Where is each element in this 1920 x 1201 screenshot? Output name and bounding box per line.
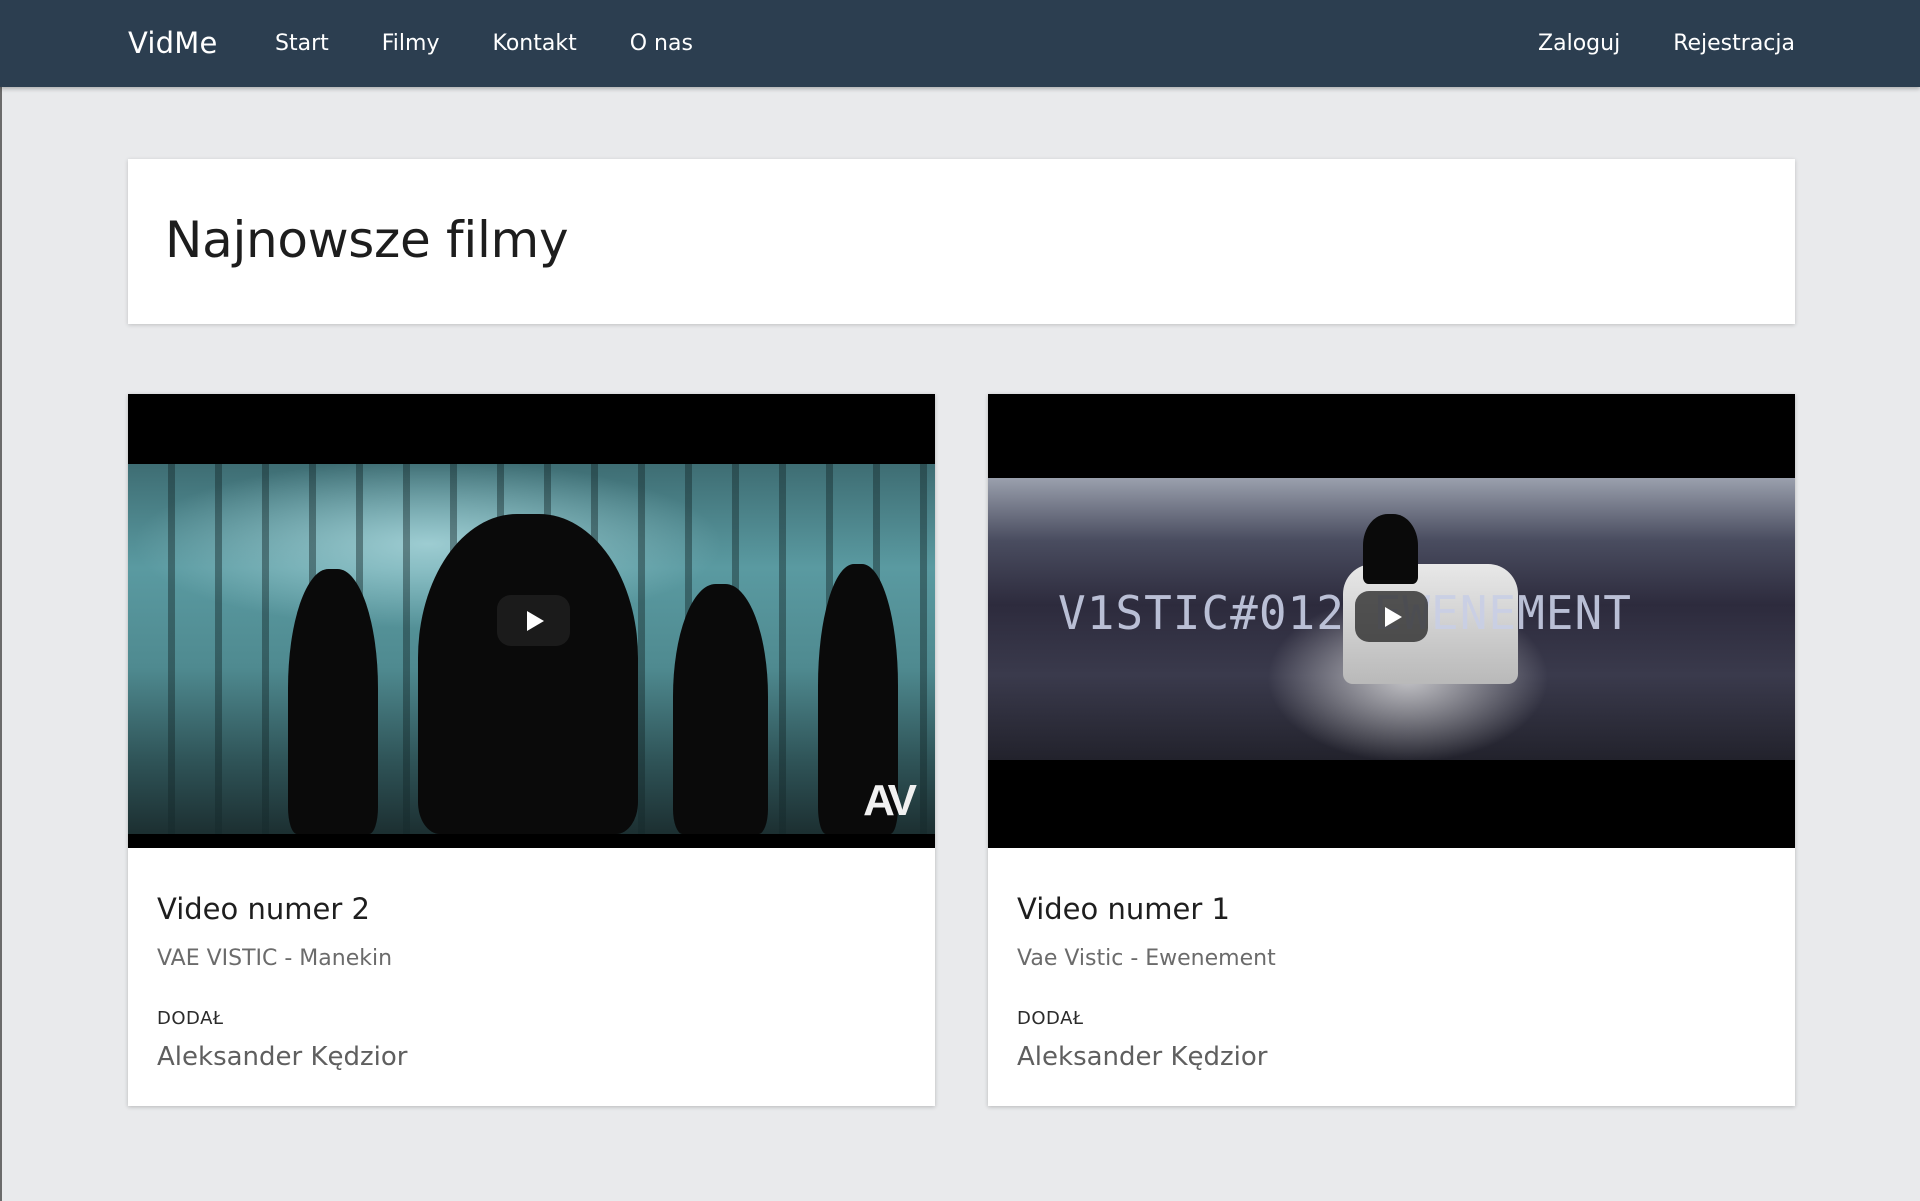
video-player[interactable]: AV	[128, 394, 935, 848]
play-button[interactable]	[1355, 591, 1428, 642]
play-button[interactable]	[497, 595, 570, 646]
top-navbar: VidMe Start Filmy Kontakt O nas Zaloguj …	[0, 0, 1920, 87]
nav-link-kontakt[interactable]: Kontakt	[492, 31, 576, 56]
thumbnail-figure	[288, 569, 378, 834]
nav-link-o-nas[interactable]: O nas	[630, 31, 693, 56]
thumbnail-overlay-text: V1STIC#012 EWENEMENT	[1058, 586, 1632, 640]
play-icon	[1385, 606, 1402, 627]
page-header-card: Najnowsze filmy	[128, 159, 1795, 324]
nav-link-start[interactable]: Start	[275, 31, 329, 56]
added-by-label: DODAŁ	[157, 1008, 224, 1029]
login-link[interactable]: Zaloguj	[1538, 31, 1620, 56]
page-title: Najnowsze filmy	[165, 211, 569, 269]
play-icon	[527, 610, 544, 631]
register-link[interactable]: Rejestracja	[1673, 31, 1795, 56]
nav-link-filmy[interactable]: Filmy	[382, 31, 440, 56]
author-name: Aleksander Kędzior	[1017, 1042, 1268, 1072]
author-name: Aleksander Kędzior	[157, 1042, 408, 1072]
video-title[interactable]: Video numer 2	[157, 892, 370, 926]
video-title[interactable]: Video numer 1	[1017, 892, 1230, 926]
video-player[interactable]: V1STIC#012 EWENEMENT	[988, 394, 1795, 848]
video-description: Vae Vistic - Ewenement	[1017, 946, 1276, 971]
brand-link[interactable]: VidMe	[128, 26, 218, 60]
window-edge	[0, 0, 2, 1201]
thumbnail-figure	[418, 514, 638, 834]
nav-menu: Start Filmy Kontakt O nas	[275, 0, 746, 87]
added-by-label: DODAŁ	[1017, 1008, 1084, 1029]
thumbnail-watermark: AV	[863, 776, 917, 825]
video-card: AV Video numer 2 VAE VISTIC - Manekin DO…	[128, 394, 935, 1106]
thumbnail-figure	[1363, 514, 1418, 584]
thumbnail-figure	[673, 584, 768, 834]
auth-menu: Zaloguj Rejestracja	[1485, 0, 1795, 87]
video-card: V1STIC#012 EWENEMENT Video numer 1 Vae V…	[988, 394, 1795, 1106]
video-description: VAE VISTIC - Manekin	[157, 946, 393, 971]
